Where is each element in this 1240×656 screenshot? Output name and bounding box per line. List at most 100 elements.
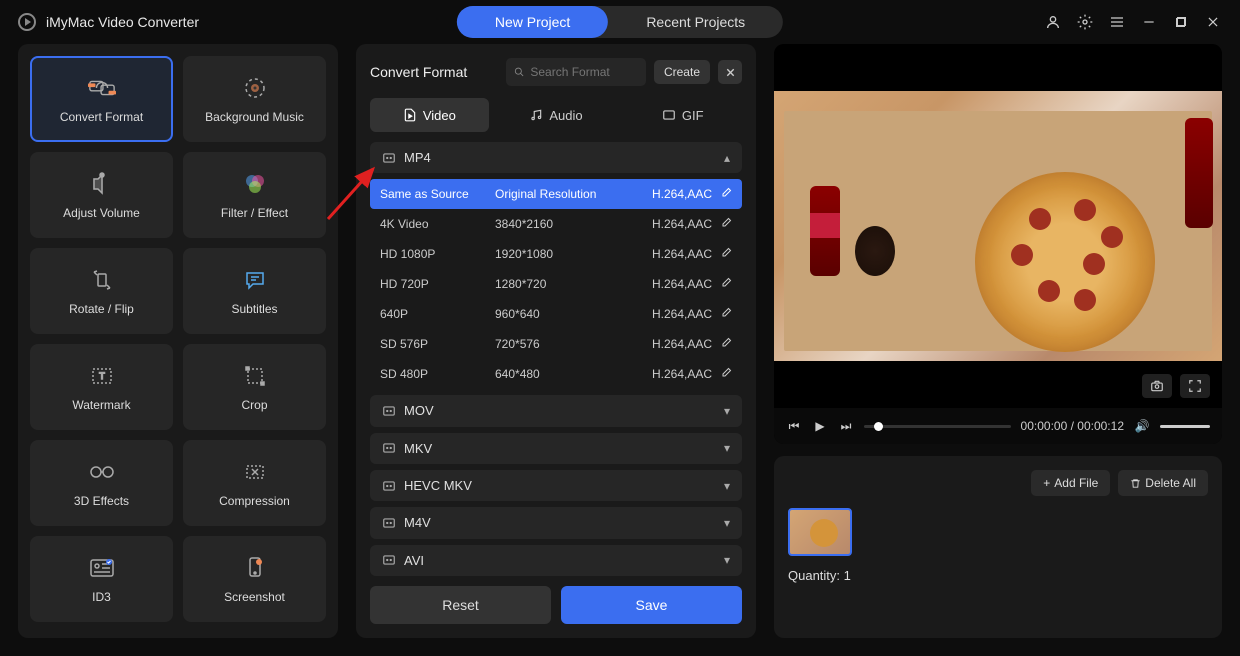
tab-new-project[interactable]: New Project: [457, 6, 608, 38]
preset-row[interactable]: 640P960*640H.264,AAC: [370, 299, 742, 329]
edit-preset-icon[interactable]: [712, 307, 732, 322]
close-panel-button[interactable]: [718, 60, 742, 84]
tool-rotate-flip[interactable]: Rotate / Flip: [30, 248, 173, 334]
rotate-flip-icon: [88, 266, 116, 294]
prev-button[interactable]: ⏮: [786, 419, 802, 434]
chevron-icon: ▾: [724, 441, 730, 455]
tool-label: Watermark: [72, 398, 130, 412]
preset-row[interactable]: HD 1080P1920*1080H.264,AAC: [370, 239, 742, 269]
preset-name: 4K Video: [380, 217, 495, 231]
container-mov[interactable]: MOV▾: [370, 395, 742, 426]
volume-icon[interactable]: 🔊: [1134, 419, 1150, 433]
tool-3d-effects[interactable]: 3D Effects: [30, 440, 173, 526]
container-hevc-mkv[interactable]: HEVC MKV▾: [370, 470, 742, 501]
format-icon: [382, 516, 396, 530]
format-tab-audio[interactable]: Audio: [497, 98, 616, 132]
video-frame-image: [774, 91, 1222, 361]
account-icon[interactable]: [1044, 13, 1062, 31]
convert-format-icon: [88, 74, 116, 102]
preset-resolution: 960*640: [495, 307, 625, 321]
preset-row[interactable]: HD 720P1280*720H.264,AAC: [370, 269, 742, 299]
format-icon: [382, 151, 396, 165]
container-mp4[interactable]: MP4▴: [370, 142, 742, 173]
container-m4v[interactable]: M4V▾: [370, 507, 742, 538]
tool-screenshot[interactable]: Screenshot: [183, 536, 326, 622]
format-tab-video[interactable]: Video: [370, 98, 489, 132]
volume-slider[interactable]: [1160, 425, 1210, 428]
crop-icon: [241, 362, 269, 390]
format-icon: [382, 479, 396, 493]
preset-codec: H.264,AAC: [625, 307, 712, 321]
add-file-button[interactable]: +Add File: [1031, 470, 1110, 496]
edit-preset-icon[interactable]: [712, 187, 732, 202]
create-button[interactable]: Create: [654, 60, 710, 84]
preset-name: HD 1080P: [380, 247, 495, 261]
tool-label: Filter / Effect: [221, 206, 288, 220]
minimize-icon[interactable]: [1140, 13, 1158, 31]
chevron-icon: ▾: [724, 404, 730, 418]
file-list-panel: +Add File Delete All Quantity: 1: [774, 456, 1222, 638]
tab-recent-projects[interactable]: Recent Projects: [608, 6, 783, 38]
search-format-input[interactable]: [506, 58, 646, 86]
preset-row[interactable]: Same as SourceOriginal ResolutionH.264,A…: [370, 179, 742, 209]
preset-name: HD 720P: [380, 277, 495, 291]
next-button[interactable]: ⏭: [838, 419, 854, 434]
tool-background-music[interactable]: Background Music: [183, 56, 326, 142]
preset-resolution: Original Resolution: [495, 187, 625, 201]
preset-row[interactable]: SD 576P720*576H.264,AAC: [370, 329, 742, 359]
preset-name: SD 576P: [380, 337, 495, 351]
tool-label: Adjust Volume: [63, 206, 140, 220]
container-avi[interactable]: AVI▾: [370, 545, 742, 576]
tool-label: Convert Format: [60, 110, 143, 124]
preset-row[interactable]: 4K Video3840*2160H.264,AAC: [370, 209, 742, 239]
container-mkv[interactable]: MKV▾: [370, 433, 742, 464]
tool-convert-format[interactable]: Convert Format: [30, 56, 173, 142]
gear-icon[interactable]: [1076, 13, 1094, 31]
compression-icon: [241, 458, 269, 486]
trash-icon: [1130, 478, 1141, 489]
tools-sidebar: Convert Format Background Music Adjust Vol…: [18, 44, 338, 638]
close-icon[interactable]: [1204, 13, 1222, 31]
progress-bar[interactable]: [864, 425, 1011, 428]
quantity-label: Quantity: 1: [788, 568, 1208, 583]
tool-id3[interactable]: ID3: [30, 536, 173, 622]
watermark-icon: T: [88, 362, 116, 390]
play-button[interactable]: ▶: [812, 419, 828, 433]
video-preview: ⏮ ▶ ⏭ 00:00:00 / 00:00:12 🔊: [774, 44, 1222, 444]
chevron-icon: ▾: [724, 553, 730, 567]
tool-label: ID3: [92, 590, 111, 604]
tool-filter-effect[interactable]: Filter / Effect: [183, 152, 326, 238]
tool-crop[interactable]: Crop: [183, 344, 326, 430]
tool-adjust-volume[interactable]: Adjust Volume: [30, 152, 173, 238]
menu-icon[interactable]: [1108, 13, 1126, 31]
chevron-icon: ▾: [724, 516, 730, 530]
file-thumbnail[interactable]: [788, 508, 852, 556]
edit-preset-icon[interactable]: [712, 337, 732, 352]
id3-icon: [88, 554, 116, 582]
preset-resolution: 3840*2160: [495, 217, 625, 231]
gif-file-icon: [662, 108, 676, 122]
reset-button[interactable]: Reset: [370, 586, 551, 624]
format-icon: [382, 553, 396, 567]
preset-name: Same as Source: [380, 187, 495, 201]
edit-preset-icon[interactable]: [712, 247, 732, 262]
snapshot-button[interactable]: [1142, 374, 1172, 398]
edit-preset-icon[interactable]: [712, 367, 732, 382]
tool-label: Subtitles: [231, 302, 277, 316]
edit-preset-icon[interactable]: [712, 277, 732, 292]
preset-row[interactable]: SD 480P640*480H.264,AAC: [370, 359, 742, 389]
format-tab-gif[interactable]: GIF: [623, 98, 742, 132]
preset-codec: H.264,AAC: [625, 277, 712, 291]
maximize-icon[interactable]: [1172, 13, 1190, 31]
save-button[interactable]: Save: [561, 586, 742, 624]
tool-watermark[interactable]: T Watermark: [30, 344, 173, 430]
tool-compression[interactable]: Compression: [183, 440, 326, 526]
preset-name: 640P: [380, 307, 495, 321]
delete-all-button[interactable]: Delete All: [1118, 470, 1208, 496]
tool-subtitles[interactable]: Subtitles: [183, 248, 326, 334]
preset-resolution: 1920*1080: [495, 247, 625, 261]
preset-resolution: 640*480: [495, 367, 625, 381]
fullscreen-button[interactable]: [1180, 374, 1210, 398]
search-icon: [514, 66, 524, 78]
edit-preset-icon[interactable]: [712, 217, 732, 232]
